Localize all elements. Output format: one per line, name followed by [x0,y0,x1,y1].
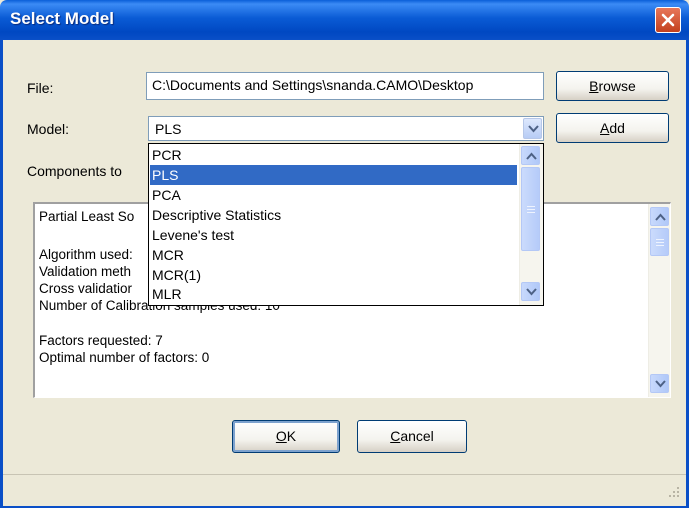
summary-scrollbar[interactable] [648,204,670,397]
file-path-field[interactable]: C:\Documents and Settings\snanda.CAMO\De… [146,72,544,100]
model-selected-value: PLS [155,121,182,137]
add-mnemonic: A [600,120,610,136]
dropdown-option-mcr[interactable]: MCR [150,245,517,265]
model-dropdown-list[interactable]: PCR PLS PCA Descriptive Statistics Leven… [148,143,544,306]
ok-mnemonic: O [275,428,287,444]
model-combobox[interactable]: PLS [148,116,544,141]
summary-line: Optimal number of factors: 0 [39,350,210,365]
browse-button[interactable]: Browse [556,71,669,101]
dropdown-option-levenes-test[interactable]: Levene's test [150,225,517,245]
summary-line: Validation meth [39,264,132,279]
dropdown-option-mlr[interactable]: MLR [150,284,517,304]
ok-label-post: K [286,428,297,444]
chevron-down-icon [655,380,666,388]
status-bar [3,474,686,506]
dropdown-option-mcr-1[interactable]: MCR(1) [150,265,517,285]
add-label-post: dd [609,120,625,136]
summary-line: Partial Least So [39,209,135,224]
dropdown-option-descriptive-statistics[interactable]: Descriptive Statistics [150,205,517,225]
browse-mnemonic: B [589,78,599,94]
dropdown-scroll-thumb[interactable] [521,167,540,251]
dropdown-scrollbar[interactable] [519,144,543,305]
dropdown-scroll-up-button[interactable] [521,146,540,165]
file-label: File: [27,80,54,96]
model-dropdown-button[interactable] [523,118,542,139]
dropdown-option-pls[interactable]: PLS [150,165,517,185]
cancel-label-post: ancel [400,428,434,444]
chevron-down-icon [526,288,537,296]
scroll-up-button[interactable] [650,207,669,226]
chevron-up-icon [526,152,537,160]
ok-button[interactable]: OK [232,420,340,453]
add-button[interactable]: Add [556,113,669,143]
summary-line: Factors requested: 7 [39,333,163,348]
window-frame-left [0,40,3,508]
resize-grip-icon[interactable] [664,482,682,500]
dropdown-option-pcr[interactable]: PCR [150,145,517,165]
chevron-up-icon [655,213,666,221]
cancel-button[interactable]: Cancel [357,420,467,453]
window-title: Select Model [10,9,114,28]
chevron-down-icon [528,125,539,133]
close-icon [661,13,675,27]
scroll-down-button[interactable] [650,374,669,393]
components-label: Components to [27,163,122,179]
summary-line: Algorithm used: [39,247,133,262]
scroll-thumb[interactable] [650,228,669,256]
summary-line: Cross validatior [39,281,133,296]
dropdown-scroll-down-button[interactable] [521,282,540,301]
file-path-value: C:\Documents and Settings\snanda.CAMO\De… [152,77,474,93]
model-label: Model: [27,121,70,137]
close-button[interactable] [655,7,681,33]
dropdown-option-pca[interactable]: PCA [150,185,517,205]
cancel-mnemonic: C [390,428,401,444]
browse-label-post: rowse [598,78,636,94]
title-bar: Select Model [0,0,689,40]
